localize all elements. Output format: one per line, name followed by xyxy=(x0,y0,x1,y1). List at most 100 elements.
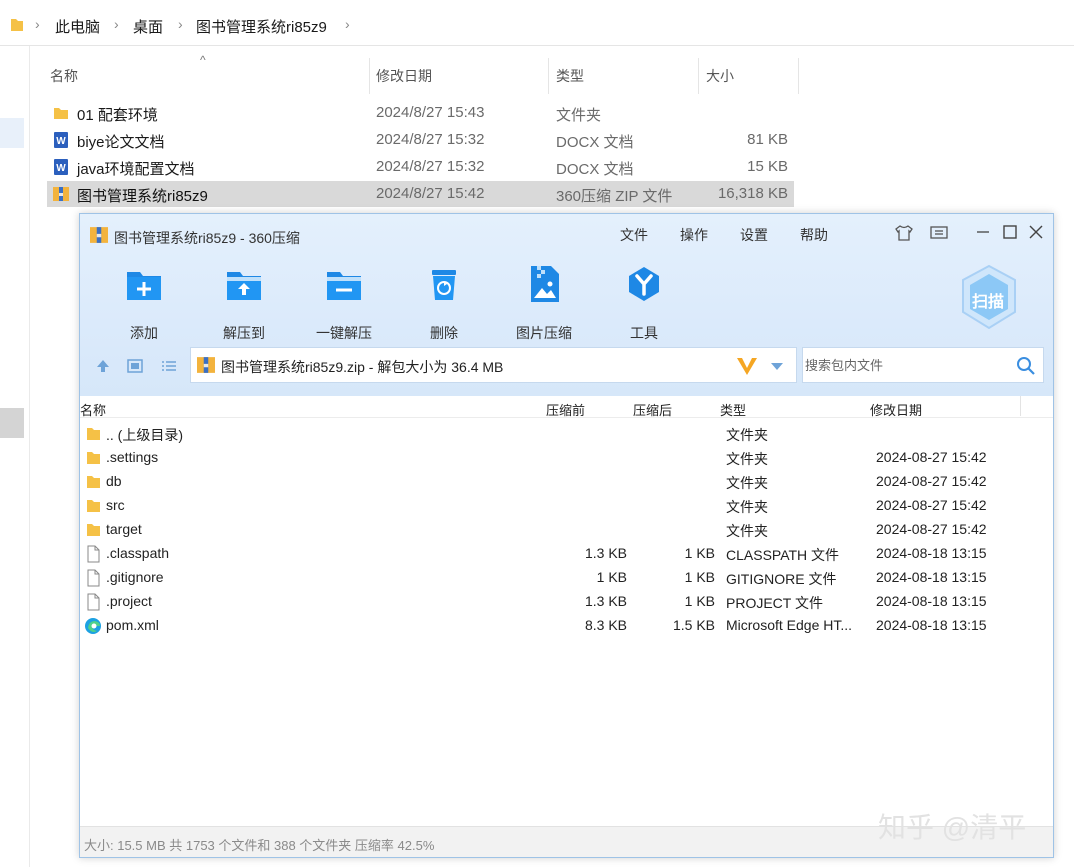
list-item[interactable]: target 文件夹 2024-08-27 15:42 xyxy=(80,518,1053,542)
column-header-name[interactable]: 名称 xyxy=(80,400,106,419)
scan-button[interactable]: 扫描 xyxy=(960,264,1018,330)
file-name: 图书管理系统ri85z9 xyxy=(77,188,208,205)
navigation-pane xyxy=(0,46,30,867)
nav-item-hover[interactable] xyxy=(0,408,24,438)
chevron-right-icon: › xyxy=(178,16,183,32)
one-click-extract-button[interactable]: 一键解压 xyxy=(304,264,384,343)
file-row[interactable]: 01 配套环境 2024/8/27 15:43 文件夹 xyxy=(47,100,794,126)
item-name: pom.xml xyxy=(106,617,159,633)
search-input[interactable] xyxy=(805,354,1005,376)
maximize-icon[interactable] xyxy=(1002,224,1018,240)
item-name: target xyxy=(106,521,142,537)
item-size-before: 8.3 KB xyxy=(584,617,627,633)
search-box[interactable] xyxy=(802,347,1044,383)
one-click-extract-label: 一键解压 xyxy=(316,325,372,341)
folder-icon xyxy=(87,500,100,512)
list-item[interactable]: pom.xml 8.3 KB 1.5 KB Microsoft Edge HT.… xyxy=(80,614,1053,638)
thumbnail-view-icon[interactable] xyxy=(126,357,144,375)
chevron-right-icon[interactable]: › xyxy=(345,16,350,32)
tools-icon xyxy=(629,267,659,301)
item-date: 2024-08-27 15:42 xyxy=(876,473,987,489)
archive-header: 图书管理系统ri85z9 - 360压缩 文件 操作 设置 帮助 添加 解压到 xyxy=(80,214,1053,396)
list-view-icon[interactable] xyxy=(160,357,178,375)
column-header-type[interactable]: 类型 xyxy=(720,400,746,419)
image-compress-button[interactable]: 图片压缩 xyxy=(504,264,584,343)
word-doc-icon: W xyxy=(54,132,68,148)
breadcrumb-item[interactable]: 此电脑 xyxy=(55,16,100,37)
delete-button[interactable]: 删除 xyxy=(404,264,484,343)
close-icon[interactable] xyxy=(1028,224,1044,240)
folder-icon xyxy=(11,19,23,31)
menu-help[interactable]: 帮助 xyxy=(800,225,828,245)
item-name: .settings xyxy=(106,449,159,465)
minimize-icon[interactable] xyxy=(976,224,990,240)
file-icon xyxy=(87,569,100,587)
delete-icon xyxy=(432,270,456,300)
list-item[interactable]: .. (上级目录) 文件夹 xyxy=(80,422,1053,446)
item-type: CLASSPATH 文件 xyxy=(726,547,840,563)
item-size-after: 1.5 KB xyxy=(672,617,715,633)
file-type: 文件夹 xyxy=(556,107,602,124)
search-icon[interactable] xyxy=(1016,356,1036,376)
item-date: 2024-08-18 13:15 xyxy=(876,617,987,633)
breadcrumb-item[interactable]: 桌面 xyxy=(133,16,163,37)
item-name: .project xyxy=(106,593,152,609)
tools-button[interactable]: 工具 xyxy=(604,264,684,343)
list-item[interactable]: .classpath 1.3 KB 1 KB CLASSPATH 文件 2024… xyxy=(80,542,1053,566)
item-date: 2024-08-27 15:42 xyxy=(876,449,987,465)
column-divider[interactable] xyxy=(1020,396,1021,416)
menu-operate[interactable]: 操作 xyxy=(680,225,708,245)
item-date: 2024-08-18 13:15 xyxy=(876,593,987,609)
menu-settings[interactable]: 设置 xyxy=(740,225,768,245)
column-divider[interactable] xyxy=(798,58,799,94)
scan-label: 扫描 xyxy=(972,294,1005,311)
image-compress-label: 图片压缩 xyxy=(516,325,572,341)
up-arrow-icon[interactable] xyxy=(94,357,112,375)
archive-path-field[interactable]: 图书管理系统ri85z9.zip - 解包大小为 36.4 MB xyxy=(190,347,797,383)
column-divider[interactable] xyxy=(698,58,699,94)
menu-file[interactable]: 文件 xyxy=(620,225,648,245)
file-name: 01 配套环境 xyxy=(77,107,158,124)
nav-item-selected[interactable] xyxy=(0,118,24,148)
feedback-icon[interactable] xyxy=(930,225,948,241)
column-header-after[interactable]: 压缩后 xyxy=(633,400,672,419)
column-header-type[interactable]: 类型 xyxy=(556,66,584,86)
list-item[interactable]: src 文件夹 2024-08-27 15:42 xyxy=(80,494,1053,518)
item-name: .. (上级目录) xyxy=(106,427,183,443)
list-item[interactable]: .settings 文件夹 2024-08-27 15:42 xyxy=(80,446,1053,470)
list-item[interactable]: .gitignore 1 KB 1 KB GITIGNORE 文件 2024-0… xyxy=(80,566,1053,590)
folder-icon xyxy=(87,428,100,440)
folder-icon xyxy=(54,108,68,119)
address-bar[interactable]: › 此电脑 › 桌面 › 图书管理系统ri85z9 › xyxy=(0,6,1074,46)
v-logo-icon[interactable] xyxy=(735,355,759,377)
file-date: 2024/8/27 15:32 xyxy=(376,131,485,148)
file-name: java环境配置文档 xyxy=(77,161,195,178)
file-row-selected[interactable]: 图书管理系统ri85z9 2024/8/27 15:42 360压缩 ZIP 文… xyxy=(47,181,794,207)
extract-to-icon xyxy=(227,272,261,300)
list-item[interactable]: .project 1.3 KB 1 KB PROJECT 文件 2024-08-… xyxy=(80,590,1053,614)
item-type: GITIGNORE 文件 xyxy=(726,571,837,587)
item-size-before: 1 KB xyxy=(596,569,627,585)
chevron-down-icon[interactable] xyxy=(769,360,785,372)
item-size-before: 1.3 KB xyxy=(584,593,627,609)
folder-icon xyxy=(87,476,100,488)
file-row[interactable]: W java环境配置文档 2024/8/27 15:32 DOCX 文档 15 … xyxy=(47,154,794,180)
column-header-date[interactable]: 修改日期 xyxy=(870,400,922,419)
add-button[interactable]: 添加 xyxy=(104,264,184,343)
breadcrumb-item[interactable]: 图书管理系统ri85z9 xyxy=(196,16,327,37)
skin-icon[interactable] xyxy=(894,224,914,242)
file-row[interactable]: W biye论文文档 2024/8/27 15:32 DOCX 文档 81 KB xyxy=(47,127,794,153)
column-header-date[interactable]: 修改日期 xyxy=(376,66,432,86)
item-type: 文件夹 xyxy=(726,427,768,443)
column-header-before[interactable]: 压缩前 xyxy=(546,400,585,419)
status-text: 大小: 15.5 MB 共 1753 个文件和 388 个文件夹 压缩率 42.… xyxy=(84,838,435,853)
file-type: DOCX 文档 xyxy=(556,161,634,178)
column-header-size[interactable]: 大小 xyxy=(706,66,734,86)
column-divider[interactable] xyxy=(548,58,549,94)
item-type: PROJECT 文件 xyxy=(726,595,823,611)
column-header-name[interactable]: 名称 xyxy=(50,66,78,86)
column-divider[interactable] xyxy=(369,58,370,94)
list-item[interactable]: db 文件夹 2024-08-27 15:42 xyxy=(80,470,1053,494)
extract-to-button[interactable]: 解压到 xyxy=(204,264,284,343)
item-size-after: 1 KB xyxy=(684,593,715,609)
